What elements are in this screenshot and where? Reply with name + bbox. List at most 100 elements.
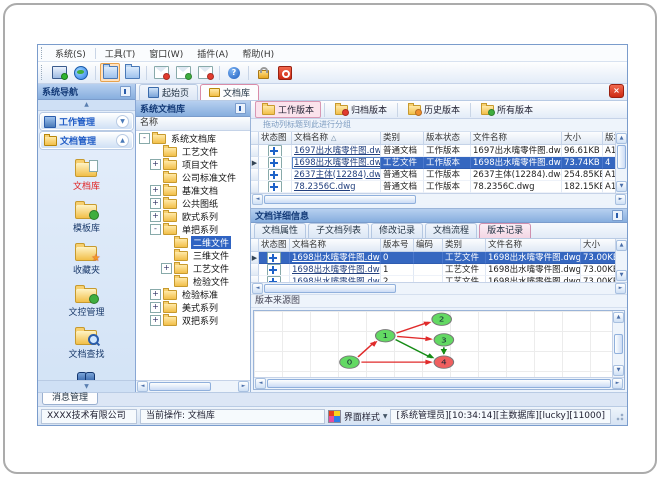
expand-icon[interactable]: + <box>150 315 161 326</box>
tab-document-library[interactable]: 文档库 <box>200 84 260 100</box>
exit-button[interactable] <box>275 63 295 82</box>
scrollbar-thumb[interactable] <box>149 382 211 391</box>
menu-item-5[interactable]: 帮助(H) <box>235 47 281 60</box>
sidebar-group-work[interactable]: 工作管理 ▼ <box>40 113 133 130</box>
cell-name[interactable]: 1698出水嘴零件图.dwg <box>292 157 381 169</box>
cell-name[interactable]: 2637主体(12284).dwg <box>292 169 381 181</box>
document-link[interactable]: 1697出水嘴零件图.dwg <box>294 145 380 156</box>
tree-node[interactable]: - 单把系列 <box>136 222 250 236</box>
mail-new-button[interactable] <box>151 63 171 82</box>
tree-node[interactable]: +工艺文件 <box>136 261 250 275</box>
graph-node-4[interactable]: 4 <box>433 355 455 369</box>
chevron-down-icon[interactable]: ▼ <box>116 115 129 128</box>
expand-icon[interactable]: + <box>150 211 161 222</box>
scroll-left-icon[interactable]: ◄ <box>252 283 263 294</box>
column-header-1[interactable]: 状态图 <box>259 239 290 252</box>
table2-vertical-scrollbar[interactable]: ▲ ▼ <box>615 239 627 282</box>
column-header-3[interactable]: 类别 <box>381 132 424 145</box>
lock-button[interactable] <box>253 63 273 82</box>
pin-icon[interactable] <box>612 210 623 221</box>
tree-node[interactable]: - 系统文档库 <box>136 131 250 145</box>
table1-horizontal-scrollbar[interactable]: ◄ ► <box>251 193 627 205</box>
scrollbar-thumb[interactable] <box>617 145 626 169</box>
pin-icon[interactable] <box>120 86 131 97</box>
globe-button[interactable] <box>71 63 91 82</box>
document-link[interactable]: 78.2356C.dwg <box>294 181 356 192</box>
sidebar-item-folder-star[interactable]: ★ 收藏夹 <box>73 243 100 276</box>
column-header-2[interactable]: 文档名称 △ <box>292 132 381 145</box>
version-graph-canvas[interactable]: 0 1 2 3 4 <box>254 311 612 377</box>
tree-node[interactable]: + 双把系列 <box>136 313 250 327</box>
cell-name[interactable]: 1698出水嘴零件图.dwg <box>290 264 381 276</box>
help-button[interactable]: ? <box>224 63 244 82</box>
expand-icon[interactable]: + <box>150 198 161 209</box>
graph-horizontal-scrollbar[interactable]: ◄ ► <box>254 377 624 389</box>
tree-node[interactable]: +检验文件 <box>136 274 250 288</box>
scroll-up-icon[interactable]: ▲ <box>616 240 627 251</box>
folder-open-button[interactable] <box>100 63 120 82</box>
version-button-1[interactable]: 工作版本 <box>255 101 322 118</box>
detail-tab-2[interactable]: 子文档列表 <box>308 223 370 238</box>
column-header-5[interactable]: 类别 <box>443 239 486 252</box>
detail-tab-4[interactable]: 文档流程 <box>425 223 478 238</box>
sidebar-item-folder-control[interactable]: 文控管理 <box>68 285 105 318</box>
cell-name[interactable]: 78.2356C.dwg <box>292 181 381 193</box>
version-button-2[interactable]: 归档版本 <box>328 101 394 118</box>
menu-item-4[interactable]: 插件(A) <box>190 47 235 60</box>
document-link[interactable]: 2637主体(12284).dwg <box>294 169 380 180</box>
graph-node-2[interactable]: 2 <box>431 312 452 326</box>
sidebar-item-binoculars[interactable]: 文件夹查找 <box>64 369 109 380</box>
tree-node[interactable]: + 项目文件 <box>136 157 250 171</box>
detail-tab-1[interactable]: 文档属性 <box>254 223 307 238</box>
ui-style-dropdown[interactable]: 界面样式 ▼ <box>327 409 387 423</box>
table-row[interactable]: ▶ 1698出水嘴零件图.dwg 0 工艺文件 1698出水嘴零件图.dwg 73.00K… <box>251 252 615 264</box>
collapse-icon[interactable]: - <box>150 224 161 235</box>
tree-node[interactable]: +公司标准文件 <box>136 170 250 184</box>
tree-node[interactable]: + 检验标准 <box>136 287 250 301</box>
close-tab-button[interactable]: × <box>609 84 624 98</box>
sidebar-group-document[interactable]: 文档管理 ▲ <box>40 132 133 149</box>
menu-drag-handle[interactable] <box>41 47 45 59</box>
column-header-4[interactable]: 版本状态 <box>424 132 471 145</box>
scroll-left-icon[interactable]: ◄ <box>137 381 148 392</box>
resize-grip[interactable] <box>614 411 624 421</box>
chevron-up-icon[interactable]: ▲ <box>116 134 129 147</box>
scroll-down-icon[interactable]: ▼ <box>616 181 627 192</box>
column-header-7[interactable]: 大小 <box>581 239 615 252</box>
table-row[interactable]: 2637主体(12284).dwg 普通文档 工作版本 2637主体(12284).d… <box>251 169 615 181</box>
document-link[interactable]: 1698出水嘴零件图.dwg <box>292 264 380 275</box>
sidebar-scroll-down[interactable]: ▼ <box>38 380 135 392</box>
expand-icon[interactable]: + <box>161 263 172 274</box>
scroll-right-icon[interactable]: ► <box>238 381 249 392</box>
scroll-up-icon[interactable]: ▲ <box>616 133 627 144</box>
column-header-5[interactable]: 文件名称 <box>471 132 562 145</box>
menu-item-2[interactable]: 工具(T) <box>98 47 143 60</box>
table-row[interactable]: ▶ 1698出水嘴零件图.dwg 工艺文件 工作版本 1698出水嘴零件图.dwg 73.… <box>251 157 615 169</box>
scroll-up-icon[interactable]: ▲ <box>613 312 624 323</box>
cell-name[interactable]: 1698出水嘴零件图.dwg <box>290 252 381 264</box>
expand-icon[interactable]: + <box>150 289 161 300</box>
sidebar-item-folder-template[interactable]: 模板库 <box>73 201 100 234</box>
column-header-7[interactable]: 版本号 <box>603 132 615 145</box>
scrollbar-thumb[interactable] <box>614 334 623 354</box>
column-header-4[interactable]: 编码 <box>414 239 443 252</box>
tree-node[interactable]: +工艺文件 <box>136 144 250 158</box>
expand-icon[interactable]: + <box>150 185 161 196</box>
mail-open-button[interactable] <box>173 63 193 82</box>
column-header-6[interactable]: 大小 <box>562 132 603 145</box>
graph-node-0[interactable]: 0 <box>339 355 360 369</box>
message-management-tab[interactable]: 消息管理 <box>42 393 99 405</box>
scrollbar-thumb[interactable] <box>264 195 416 204</box>
pin-icon[interactable] <box>235 103 246 114</box>
menu-item-1[interactable]: 系统(S) <box>48 47 93 60</box>
expand-icon[interactable]: + <box>150 302 161 313</box>
sidebar-scroll-up[interactable]: ▲ <box>38 100 135 111</box>
expand-icon[interactable]: + <box>150 159 161 170</box>
cell-name[interactable]: 1697出水嘴零件图.dwg <box>292 145 381 157</box>
toolbar-drag-handle[interactable] <box>41 65 45 80</box>
mail-delete-button[interactable] <box>195 63 215 82</box>
sidebar-item-folder-doc[interactable]: 文档库 <box>73 159 100 192</box>
sidebar-item-search-doc[interactable]: 文档查找 <box>68 327 105 360</box>
detail-tab-3[interactable]: 修改记录 <box>371 223 424 238</box>
table-row[interactable]: 78.2356C.dwg 普通文档 工作版本 78.2356C.dwg 182.15KB… <box>251 181 615 193</box>
